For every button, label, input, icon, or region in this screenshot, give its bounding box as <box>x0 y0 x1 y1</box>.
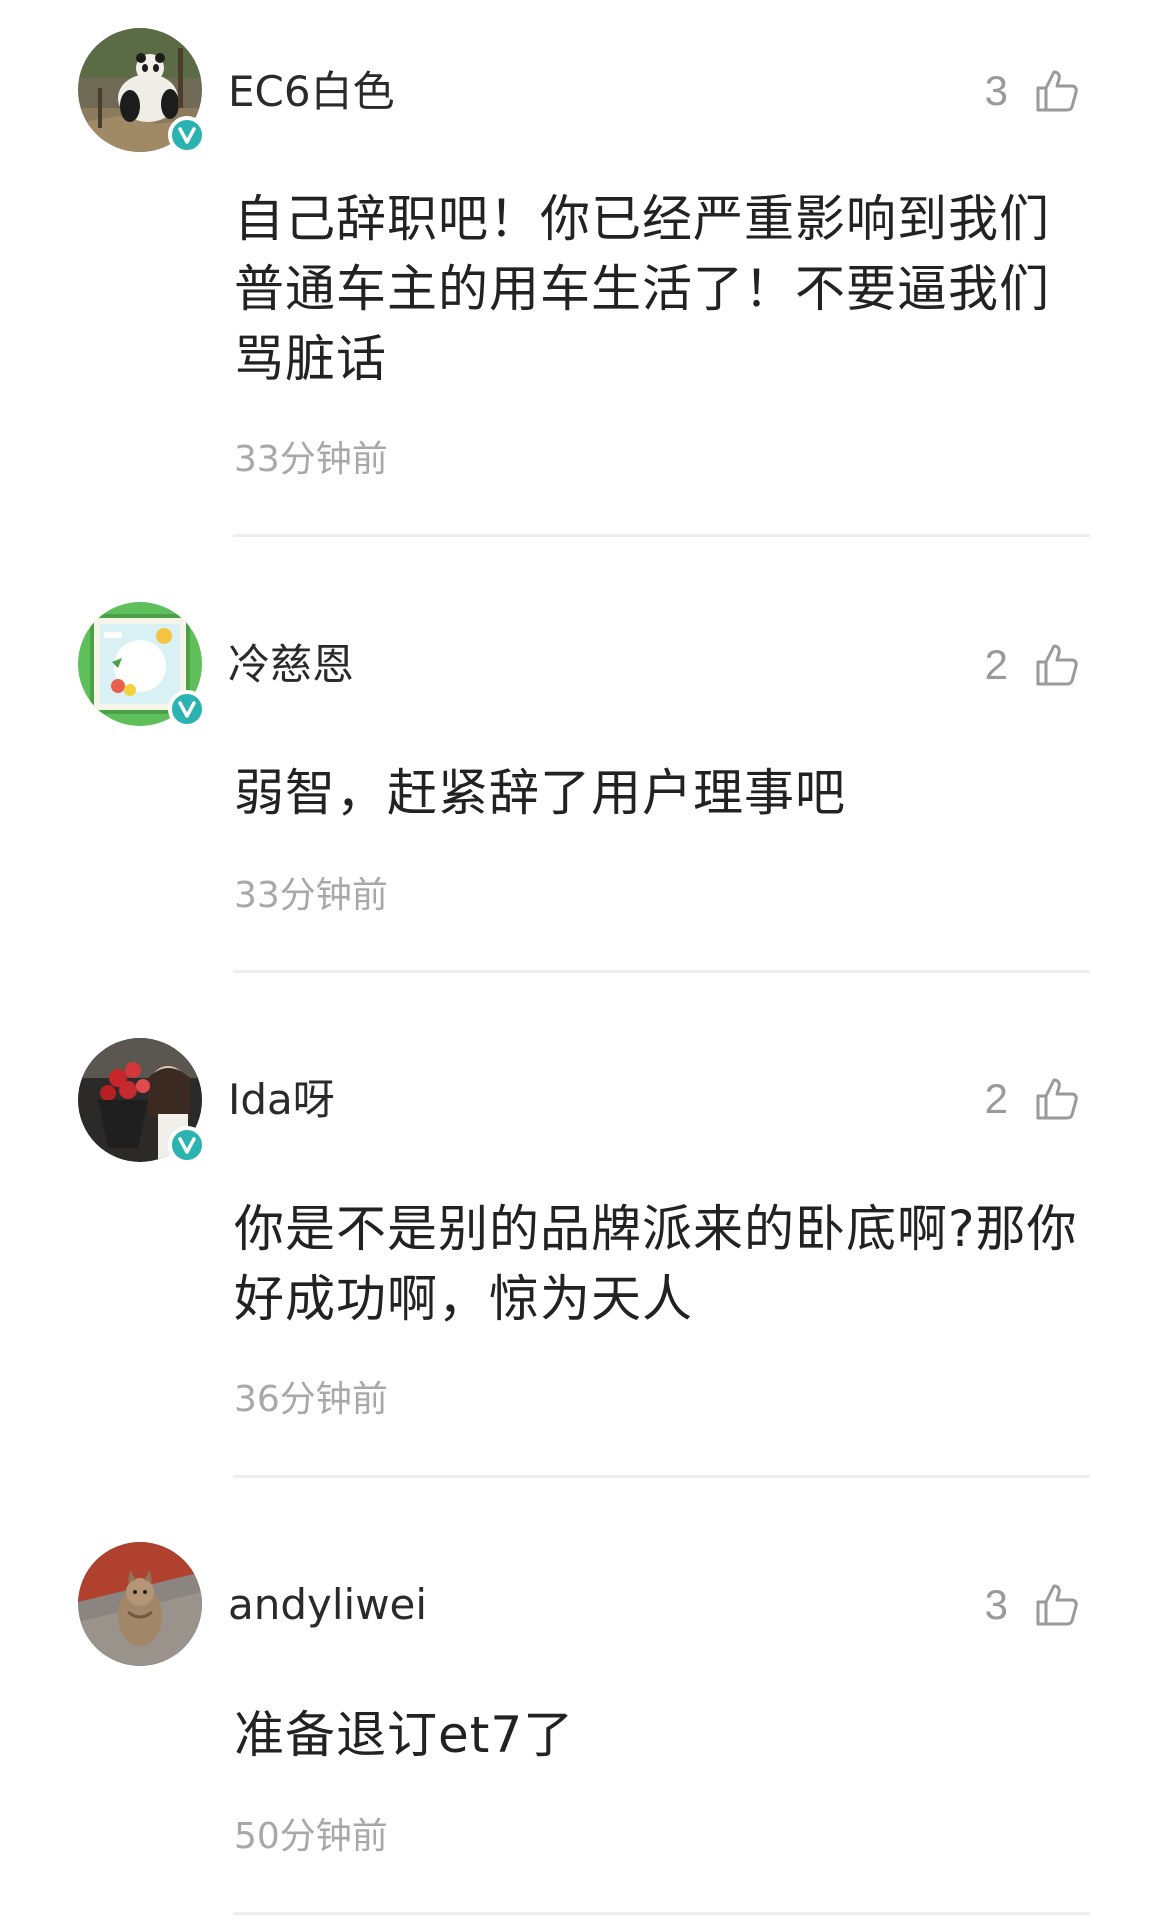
timestamp: 33分钟前 <box>234 875 388 916</box>
comment-text: 你是不是别的品牌派来的卧底啊?那你好成功啊，惊为天人 <box>234 1200 1078 1328</box>
like-count: 3 <box>984 67 1008 114</box>
divider <box>233 1475 1090 1478</box>
timestamp: 36分钟前 <box>234 1379 388 1420</box>
verified-badge <box>168 1126 206 1164</box>
thumbs-up-icon <box>1034 68 1080 114</box>
divider <box>233 1912 1090 1915</box>
thumbs-up-icon <box>1034 1076 1080 1122</box>
divider <box>233 534 1090 537</box>
like-button[interactable]: 3 <box>985 61 1080 121</box>
like-button[interactable]: 3 <box>985 1575 1080 1635</box>
timestamp: 33分钟前 <box>234 439 388 480</box>
comment-text: 弱智，赶紧辞了用户理事吧 <box>234 764 846 822</box>
comment-text: 准备退订et7了 <box>234 1706 575 1764</box>
like-count: 3 <box>984 1581 1008 1628</box>
timestamp: 50分钟前 <box>234 1816 388 1857</box>
verified-badge <box>168 690 206 728</box>
verified-v-icon <box>178 127 196 144</box>
username[interactable]: 冷慈恩 <box>228 640 354 690</box>
like-button[interactable]: 2 <box>985 1069 1080 1129</box>
avatar[interactable] <box>78 28 206 154</box>
verified-badge <box>168 116 206 154</box>
username[interactable]: EC6白色 <box>228 67 395 117</box>
divider <box>233 970 1090 973</box>
like-button[interactable]: 2 <box>985 635 1080 695</box>
avatar[interactable] <box>78 1542 202 1666</box>
username[interactable]: andyliwei <box>228 1580 427 1630</box>
like-count: 2 <box>984 1075 1008 1122</box>
thumbs-up-icon <box>1034 1582 1080 1628</box>
thumbs-up-icon <box>1034 642 1080 688</box>
verified-v-icon <box>178 1137 196 1154</box>
cat-photo <box>78 1542 202 1666</box>
verified-v-icon <box>178 701 196 718</box>
comment-text: 自己辞职吧！你已经严重影响到我们普通车主的用车生活了！不要逼我们骂脏话 <box>234 190 1050 388</box>
avatar[interactable] <box>78 1038 206 1164</box>
avatar[interactable] <box>78 602 206 728</box>
username[interactable]: Ida呀 <box>228 1075 335 1125</box>
like-count: 2 <box>984 641 1008 688</box>
